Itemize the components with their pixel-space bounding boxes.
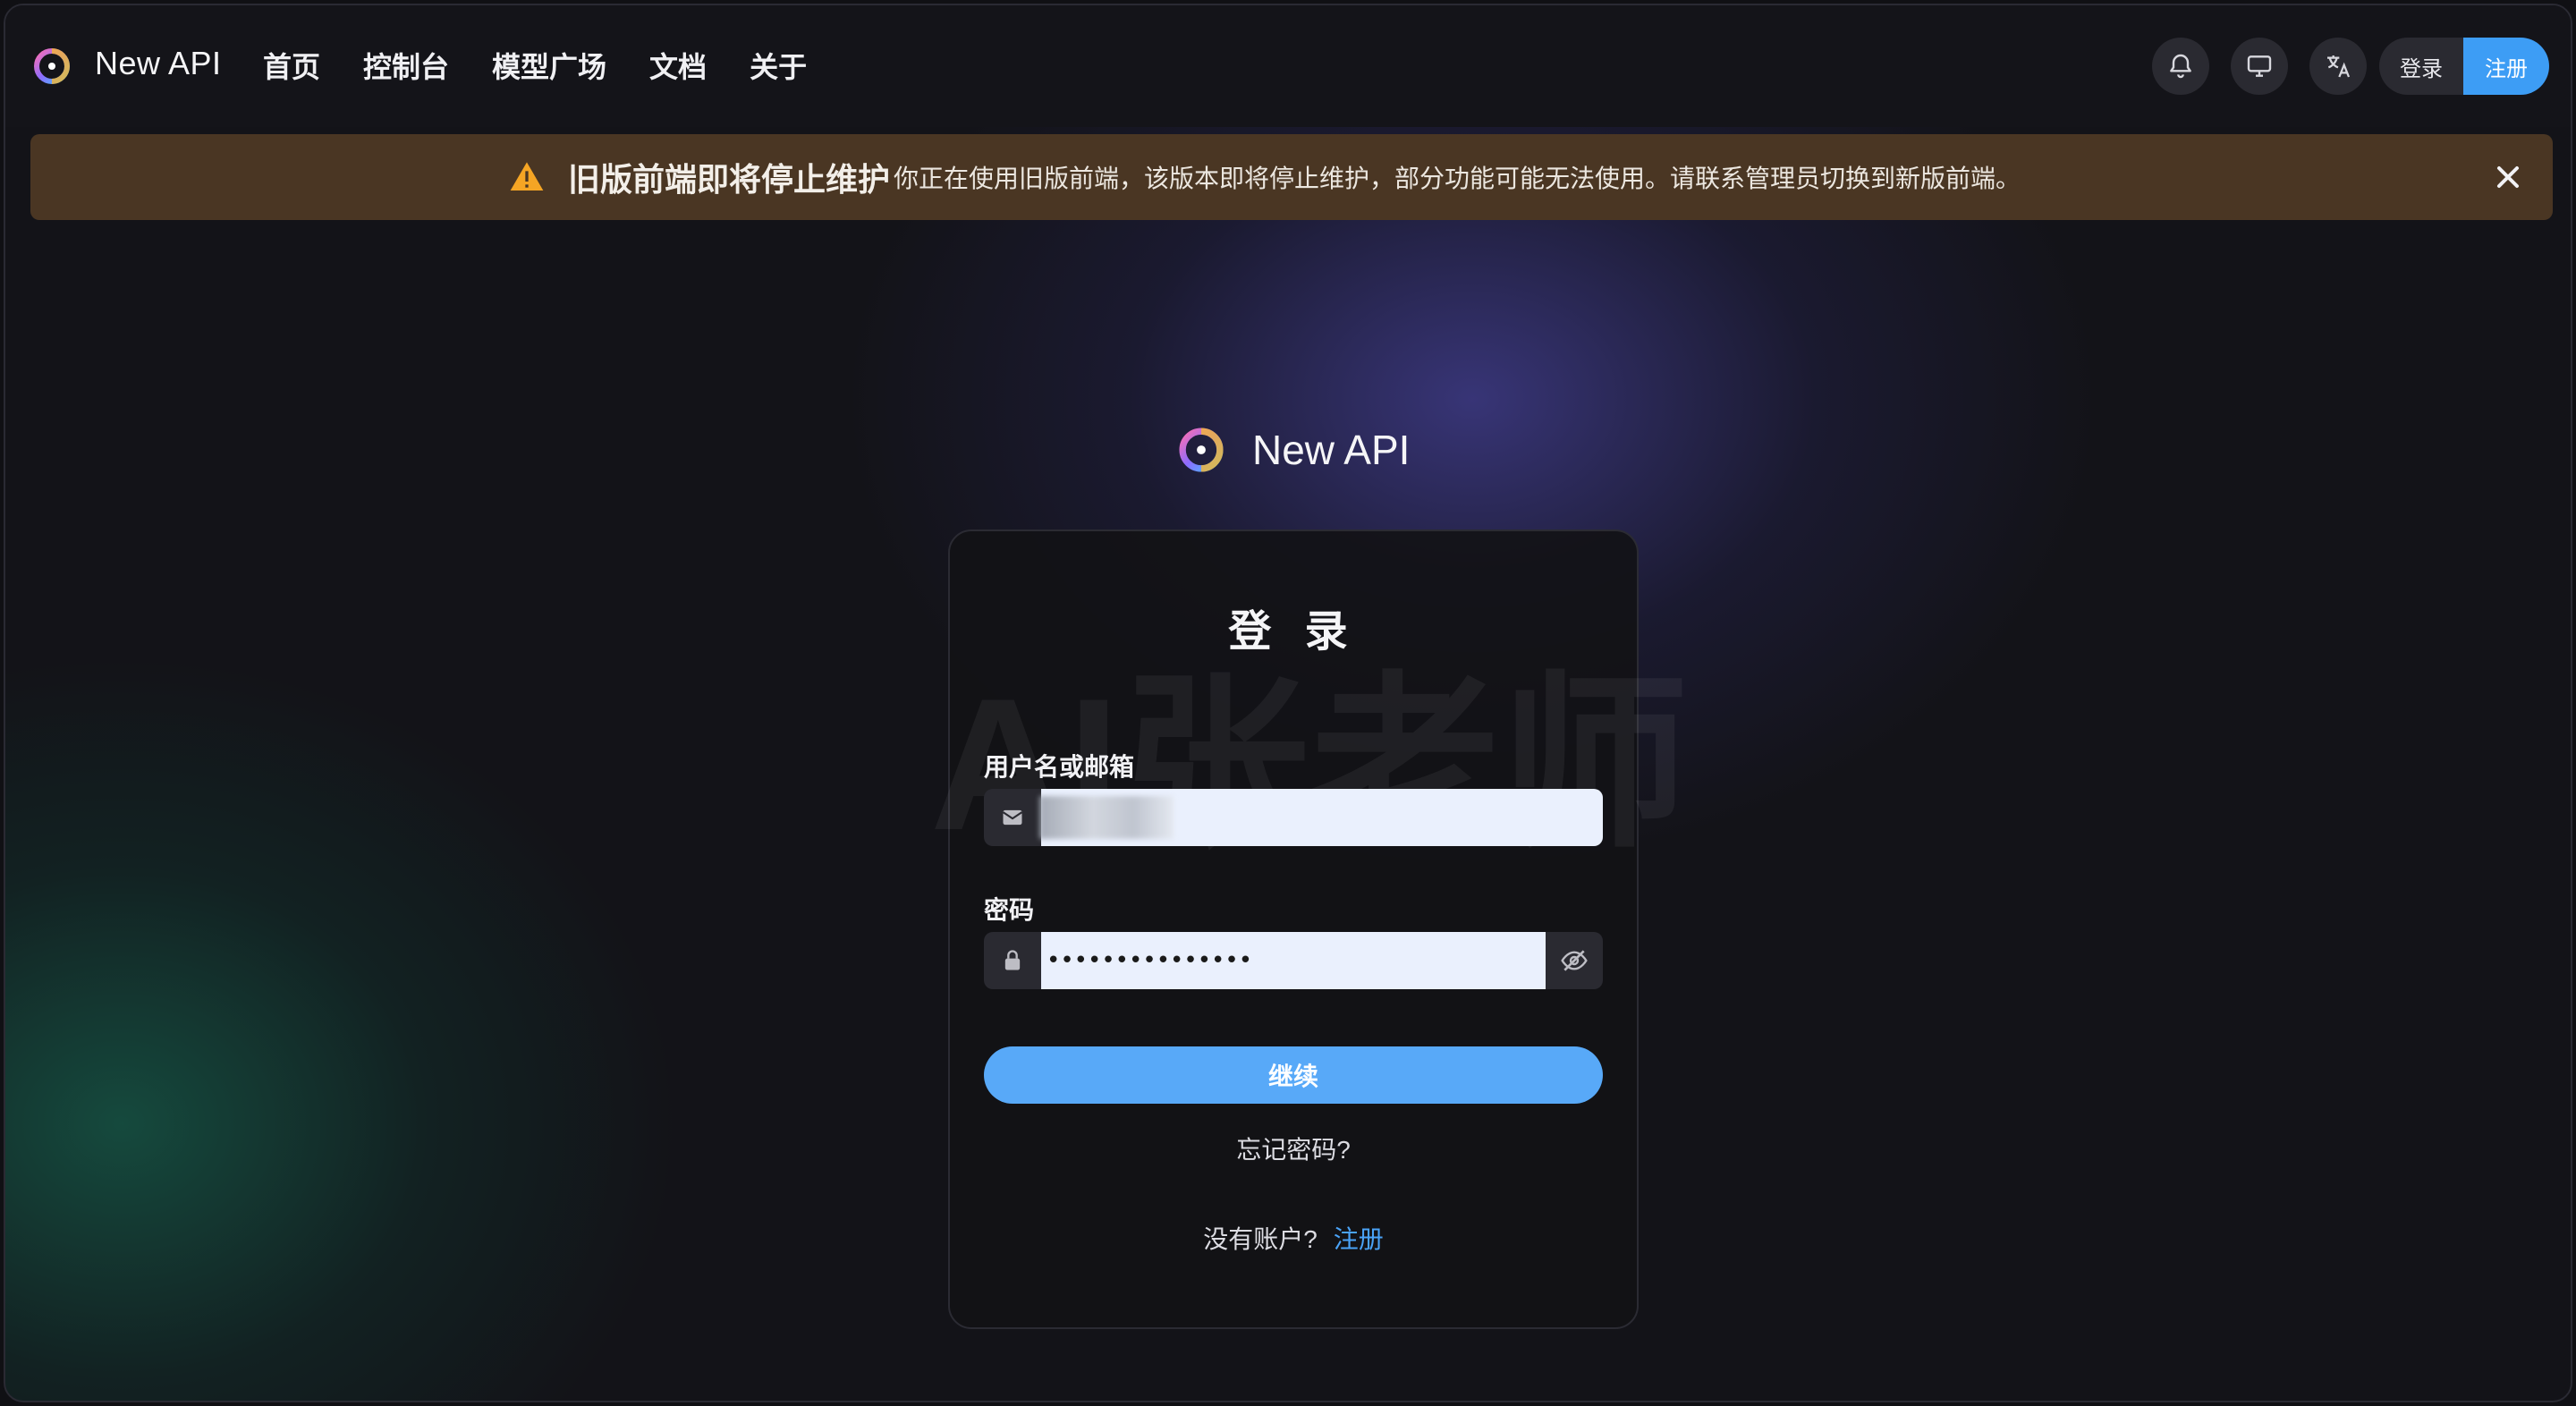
logo-icon[interactable] (32, 47, 72, 86)
redacted-value (1039, 796, 1174, 839)
login-brand-name: New API (1252, 427, 1411, 473)
login-card: 登 录 AI张老师 用户名或邮箱 密码 继续 忘记 (930, 529, 1689, 1329)
app-window: New API 首页 控制台 模型广场 文档 关于 登录 注册 旧版前端即将停止… (4, 4, 2572, 1402)
password-field (984, 932, 1603, 989)
main-nav: 首页 控制台 模型广场 文档 关于 (263, 45, 807, 86)
register-button[interactable]: 注册 (2463, 38, 2549, 95)
toggle-password-visibility-button[interactable] (1546, 932, 1603, 989)
monitor-icon (2247, 55, 2272, 77)
auth-button-group: 登录 注册 (2379, 38, 2549, 95)
password-input[interactable] (1041, 932, 1546, 989)
banner-message: 你正在使用旧版前端，该版本即将停止维护，部分功能可能无法使用。请联系管理员切换到… (894, 165, 2021, 192)
no-account-text: 没有账户? (1203, 1225, 1318, 1253)
eye-off-icon (1561, 950, 1588, 971)
username-field (984, 789, 1603, 846)
brand-name[interactable]: New API (95, 45, 222, 82)
theme-toggle-button[interactable] (2231, 38, 2288, 95)
nav-item-home[interactable]: 首页 (263, 45, 320, 86)
nav-item-model-marketplace[interactable]: 模型广场 (492, 45, 606, 86)
register-link[interactable]: 注册 (1334, 1225, 1384, 1253)
nav-item-about[interactable]: 关于 (750, 45, 807, 86)
close-icon[interactable] (2490, 159, 2526, 195)
forgot-password-link[interactable]: 忘记密码? (950, 1131, 1637, 1166)
deprecation-banner: 旧版前端即将停止维护 你正在使用旧版前端，该版本即将停止维护，部分功能可能无法使… (30, 134, 2553, 220)
login-title: 登 录 (1228, 608, 1359, 656)
nav-item-docs[interactable]: 文档 (649, 45, 707, 86)
language-button[interactable] (2309, 38, 2367, 95)
nav-item-console[interactable]: 控制台 (363, 45, 449, 86)
mail-icon (984, 789, 1041, 846)
username-label: 用户名或邮箱 (984, 753, 1135, 781)
login-button[interactable]: 登录 (2379, 38, 2463, 95)
password-label: 密码 (984, 896, 1035, 924)
login-brand: New API (1177, 426, 1410, 474)
translate-icon (2327, 55, 2351, 78)
signup-prompt: 没有账户? 注册 (950, 1220, 1637, 1256)
warning-icon (510, 162, 544, 191)
top-navbar: New API 首页 控制台 模型广场 文档 关于 登录 注册 (5, 5, 2571, 127)
lock-icon (984, 932, 1041, 989)
notifications-button[interactable] (2152, 38, 2209, 95)
banner-title: 旧版前端即将停止维护 (567, 161, 890, 198)
bell-icon (2170, 54, 2191, 79)
continue-button[interactable]: 继续 (984, 1046, 1603, 1104)
logo-icon (1177, 426, 1225, 474)
